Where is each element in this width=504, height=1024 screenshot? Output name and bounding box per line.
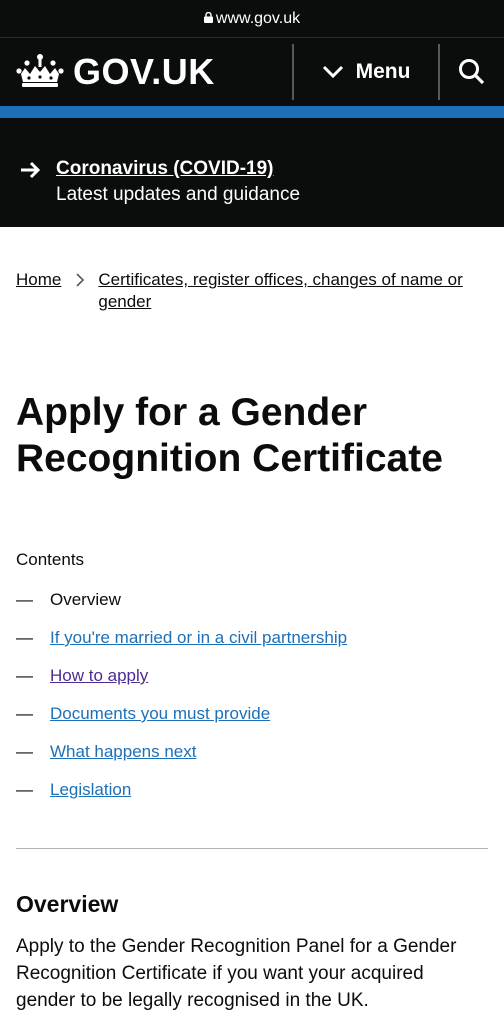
covid-banner-subtitle: Latest updates and guidance bbox=[56, 184, 301, 205]
contents-item-current: Overview bbox=[50, 590, 121, 609]
contents-item: — Documents you must provide bbox=[16, 695, 488, 733]
contents-link[interactable]: Documents you must provide bbox=[50, 704, 270, 724]
header-accent-bar bbox=[0, 106, 504, 118]
contents-link[interactable]: If you're married or in a civil partners… bbox=[50, 628, 347, 648]
contents-item: — Legislation bbox=[16, 771, 488, 809]
chevron-right-icon bbox=[76, 273, 85, 287]
covid-banner-link[interactable]: Coronavirus (COVID-19) bbox=[56, 157, 300, 181]
covid-banner: Coronavirus (COVID-19) Latest updates an… bbox=[0, 118, 504, 227]
section-heading: Overview bbox=[16, 891, 119, 917]
search-icon bbox=[459, 59, 485, 85]
govuk-header: GOV.UK Menu bbox=[0, 38, 504, 106]
crown-logo-icon bbox=[16, 54, 64, 87]
govuk-wordmark: GOV.UK bbox=[73, 51, 215, 92]
list-dash: — bbox=[16, 742, 33, 761]
list-dash: — bbox=[16, 780, 33, 799]
arrow-right-icon bbox=[21, 161, 41, 179]
chevron-down-icon bbox=[322, 65, 343, 79]
list-dash: — bbox=[16, 666, 33, 685]
lock-icon bbox=[203, 12, 213, 23]
list-dash: — bbox=[16, 590, 33, 609]
contents-link[interactable]: What happens next bbox=[50, 742, 196, 762]
list-dash: — bbox=[16, 628, 33, 647]
search-button[interactable] bbox=[440, 38, 504, 106]
contents-item: — Overview bbox=[16, 581, 488, 619]
contents-link[interactable]: How to apply bbox=[50, 666, 148, 686]
govuk-logo-link[interactable]: GOV.UK bbox=[0, 38, 292, 106]
page-title: Apply for a Gender Recognition Certifica… bbox=[16, 391, 443, 480]
breadcrumb: Home Certificates, register offices, cha… bbox=[0, 227, 504, 313]
browser-address-bar[interactable]: www.gov.uk bbox=[0, 0, 504, 38]
contents-list: — Overview — If you're married or in a c… bbox=[0, 571, 504, 809]
section-body-text: Apply to the Gender Recognition Panel fo… bbox=[16, 936, 457, 1011]
breadcrumb-home[interactable]: Home bbox=[16, 269, 61, 313]
contents-item: — What happens next bbox=[16, 733, 488, 771]
url-text: www.gov.uk bbox=[215, 9, 301, 27]
contents-title: Contents bbox=[16, 550, 85, 569]
contents-link[interactable]: Legislation bbox=[50, 780, 131, 800]
contents-item: — How to apply bbox=[16, 657, 488, 695]
contents-item: — If you're married or in a civil partne… bbox=[16, 619, 488, 657]
menu-button[interactable]: Menu bbox=[294, 38, 438, 106]
list-dash: — bbox=[16, 704, 33, 723]
menu-label: Menu bbox=[355, 60, 411, 83]
breadcrumb-section[interactable]: Certificates, register offices, changes … bbox=[98, 269, 488, 313]
